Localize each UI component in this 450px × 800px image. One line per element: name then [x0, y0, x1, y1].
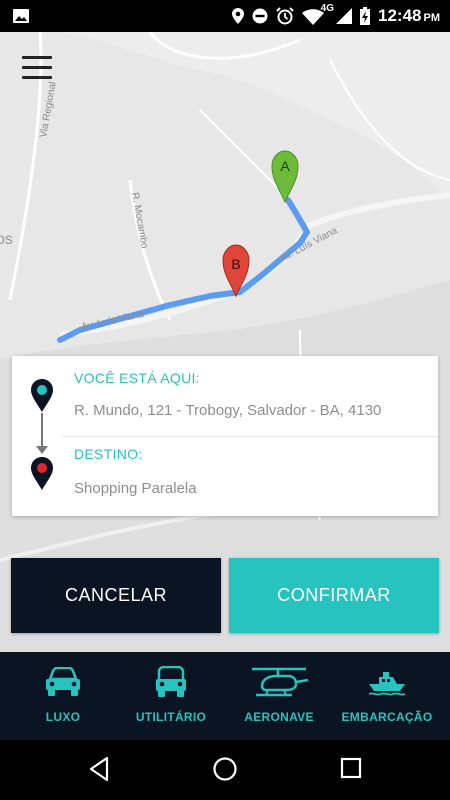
battery-charging-icon: [360, 7, 371, 25]
confirm-button[interactable]: CONFIRMAR: [229, 558, 439, 633]
location-icon: [232, 8, 245, 24]
car-front-icon: [46, 667, 80, 696]
route-timeline-icon: [31, 379, 53, 490]
clock-ampm: PM: [423, 12, 441, 24]
destination-field[interactable]: Shopping Paralela: [74, 480, 197, 497]
alarm-icon: [276, 7, 294, 25]
marker-b-label: B: [231, 256, 240, 272]
recents-icon[interactable]: [340, 756, 362, 780]
street-label: R. Mocambo: [129, 192, 150, 250]
marker-a-origin[interactable]: A: [271, 150, 299, 204]
nav-item-embarcacao[interactable]: EMBARCAÇÃO: [331, 652, 443, 740]
status-bar: 4G 12:48 PM: [0, 0, 450, 32]
cancel-button[interactable]: CANCELAR: [11, 558, 221, 633]
nav-item-label: EMBARCAÇÃO: [341, 710, 433, 724]
cell-signal-icon: [336, 8, 353, 24]
nav-item-label: LUXO: [45, 710, 81, 724]
helicopter-icon: [252, 667, 309, 697]
divider: [62, 436, 438, 437]
destination-label: DESTINO:: [74, 446, 143, 462]
do-not-disturb-icon: [252, 8, 268, 24]
origin-address-field[interactable]: R. Mundo, 121 - Trobogy, Salvador - BA, …: [74, 402, 381, 419]
origin-label: VOCÊ ESTÁ AQUI:: [74, 370, 200, 386]
street-label: os: [0, 231, 13, 248]
network-type-label: 4G: [320, 3, 335, 14]
nav-item-label: AERONAVE: [244, 710, 314, 724]
gallery-icon: [13, 9, 29, 23]
nav-item-utilitario[interactable]: UTILITÁRIO: [115, 652, 227, 740]
home-icon[interactable]: [212, 756, 238, 782]
nav-item-label: UTILITÁRIO: [135, 710, 207, 724]
menu-icon: [22, 56, 52, 59]
marker-a-label: A: [280, 158, 290, 174]
boat-icon: [368, 672, 406, 696]
trip-card: VOCÊ ESTÁ AQUI: R. Mundo, 121 - Trobogy,…: [12, 356, 438, 516]
menu-button[interactable]: [22, 56, 52, 80]
clock-time: 12:48: [378, 6, 422, 25]
system-navigation-bar: [0, 740, 450, 800]
suv-front-icon: [156, 666, 186, 697]
wifi-signal-icon: 4G: [302, 3, 334, 25]
back-icon[interactable]: [88, 756, 110, 782]
nav-item-aeronave[interactable]: AERONAVE: [223, 652, 335, 740]
vehicle-type-nav: LUXO UTILITÁRIO AERONAVE EMBARCAÇÃO: [0, 652, 450, 740]
nav-item-luxo[interactable]: LUXO: [7, 652, 119, 740]
